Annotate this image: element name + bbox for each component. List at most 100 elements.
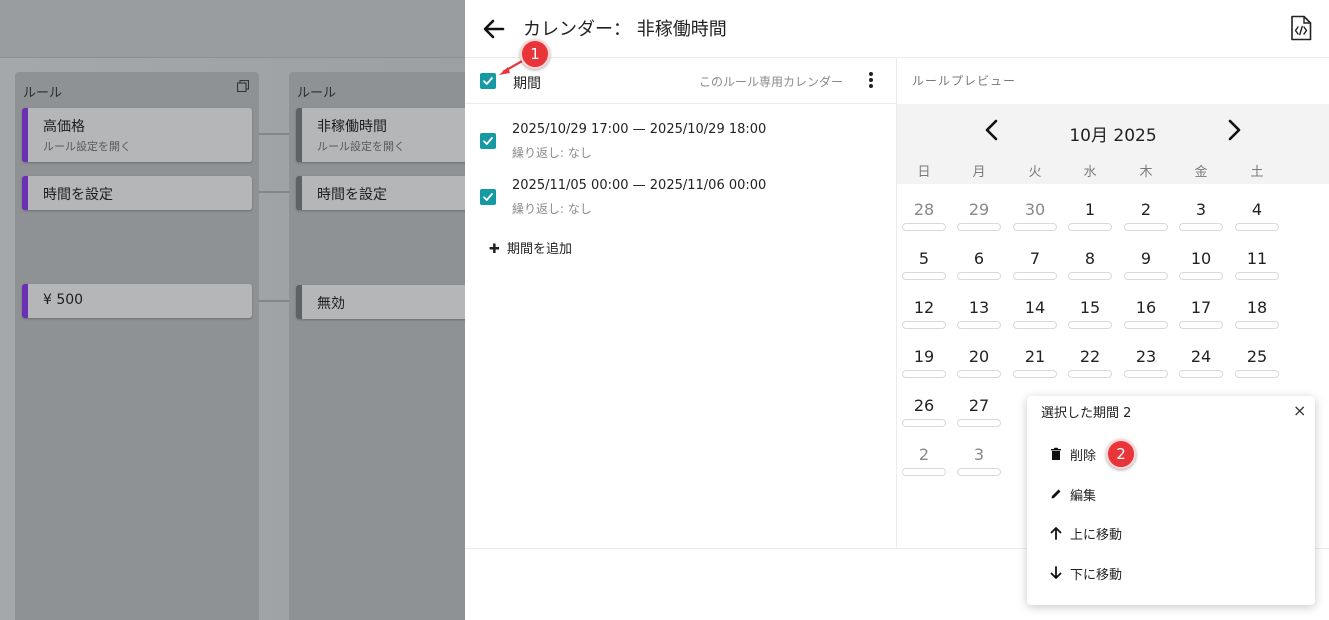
period-checkbox[interactable] (480, 133, 496, 149)
period-checkbox[interactable] (480, 189, 496, 205)
calendar-day[interactable]: 3 (957, 439, 1001, 479)
copy-icon[interactable] (237, 80, 249, 92)
rule-node[interactable]: ¥ 500 (22, 284, 252, 318)
day-slot-bar (1068, 272, 1112, 280)
day-number: 30 (1024, 200, 1046, 219)
calendar-day[interactable]: 29 (957, 194, 1001, 234)
select-all-checkbox[interactable] (480, 73, 496, 89)
day-number: 2 (1140, 200, 1152, 219)
day-number: 8 (1084, 249, 1096, 268)
day-slot-bar (957, 223, 1001, 231)
close-icon[interactable]: × (1293, 401, 1306, 420)
calendar-month: 10月 2025 (1069, 126, 1157, 146)
calendar-day[interactable]: 5 (902, 243, 946, 283)
day-slot-bar (1179, 272, 1223, 280)
calendar-day[interactable]: 11 (1235, 243, 1279, 283)
day-slot-bar (1235, 370, 1279, 378)
day-slot-bar (902, 370, 946, 378)
calendar-day[interactable]: 27 (957, 390, 1001, 430)
rule-node[interactable]: 時間を設定 (22, 176, 252, 210)
chevron-right-icon[interactable] (1224, 118, 1244, 142)
calendar-day[interactable]: 18 (1235, 292, 1279, 332)
day-slot-bar (1124, 321, 1168, 329)
calendar-day[interactable]: 20 (957, 341, 1001, 381)
calendar-day[interactable]: 9 (1124, 243, 1168, 283)
day-slot-bar (902, 321, 946, 329)
add-period-label: 期間を追加 (507, 242, 573, 257)
calendar-day[interactable]: 16 (1124, 292, 1168, 332)
day-number: 3 (1195, 200, 1207, 219)
weekday-label: 金 (1194, 165, 1208, 180)
day-slot-bar (957, 370, 1001, 378)
rule-node[interactable]: 時間を設定 (296, 176, 476, 210)
arrow-down-icon (1050, 566, 1062, 579)
day-slot-bar (1235, 272, 1279, 280)
calendar-day[interactable]: 4 (1235, 194, 1279, 234)
calendar-day[interactable]: 19 (902, 341, 946, 381)
day-number: 20 (968, 347, 990, 366)
period-range: 2025/10/29 17:00 — 2025/10/29 18:00 (512, 122, 767, 137)
weekday-label: 木 (1139, 165, 1153, 180)
pencil-icon (1051, 489, 1061, 499)
period-range: 2025/11/05 00:00 — 2025/11/06 00:00 (512, 178, 767, 193)
edit-button[interactable]: 編集 (1027, 476, 1315, 512)
day-slot-bar (1235, 321, 1279, 329)
day-number: 1 (1084, 200, 1096, 219)
move-down-button[interactable]: 下に移動 (1027, 555, 1315, 591)
weekday-label: 水 (1083, 165, 1097, 180)
period-list: 期間 このルール専用カレンダー 2025/10/29 17:00 — 2025/… (465, 58, 897, 548)
calendar-day[interactable]: 17 (1179, 292, 1223, 332)
plus-icon: ✚ (489, 242, 500, 257)
day-number: 22 (1079, 347, 1101, 366)
period-item[interactable]: 2025/10/29 17:00 — 2025/10/29 18:00 繰り返し… (465, 120, 897, 170)
rule-node[interactable]: 高価格 ルール設定を開く (22, 108, 252, 162)
add-period-button[interactable]: ✚ 期間を追加 (489, 238, 572, 257)
calendar-day[interactable]: 23 (1124, 341, 1168, 381)
selection-menu-title: 選択した期間 2 (1041, 406, 1132, 421)
day-slot-bar (902, 468, 946, 476)
rule-node[interactable]: 無効 (296, 285, 476, 319)
arrow-left-icon[interactable] (481, 16, 507, 42)
move-up-button[interactable]: 上に移動 (1027, 515, 1315, 551)
calendar-day[interactable]: 22 (1068, 341, 1112, 381)
calendar-day[interactable]: 2 (902, 439, 946, 479)
day-number: 6 (973, 249, 985, 268)
calendar-day[interactable]: 7 (1013, 243, 1057, 283)
rule-node[interactable]: 非稼働時間 ルール設定を開く (296, 108, 476, 162)
day-number: 15 (1079, 298, 1101, 317)
more-vert-icon[interactable] (869, 72, 875, 88)
day-slot-bar (902, 223, 946, 231)
calendar-header: 10月 2025 日 月 火 水 木 金 土 (897, 104, 1329, 184)
calendar-day[interactable]: 14 (1013, 292, 1057, 332)
calendar-day[interactable]: 2 (1124, 194, 1168, 234)
node-label: 時間を設定 (317, 187, 387, 203)
delete-label: 削除 (1070, 449, 1097, 464)
move-down-label: 下に移動 (1070, 568, 1123, 583)
day-number: 26 (913, 396, 935, 415)
file-code-icon[interactable] (1290, 15, 1312, 41)
calendar-day[interactable]: 1 (1068, 194, 1112, 234)
delete-button[interactable]: 削除 (1027, 436, 1315, 472)
calendar-day[interactable]: 25 (1235, 341, 1279, 381)
node-sub: ルール設定を開く (317, 140, 405, 153)
calendar-day[interactable]: 15 (1068, 292, 1112, 332)
day-slot-bar (957, 321, 1001, 329)
day-slot-bar (902, 272, 946, 280)
calendar-day[interactable]: 26 (902, 390, 946, 430)
calendar-day[interactable]: 28 (902, 194, 946, 234)
calendar-day[interactable]: 24 (1179, 341, 1223, 381)
calendar-day[interactable]: 6 (957, 243, 1001, 283)
day-number: 21 (1024, 347, 1046, 366)
background-toolbar (0, 0, 465, 58)
node-sub: ルール設定を開く (43, 140, 131, 153)
calendar-day[interactable]: 21 (1013, 341, 1057, 381)
calendar-day[interactable]: 3 (1179, 194, 1223, 234)
calendar-day[interactable]: 8 (1068, 243, 1112, 283)
calendar-day[interactable]: 13 (957, 292, 1001, 332)
period-item[interactable]: 2025/11/05 00:00 — 2025/11/06 00:00 繰り返し… (465, 176, 897, 226)
calendar-day[interactable]: 12 (902, 292, 946, 332)
calendar-day[interactable]: 10 (1179, 243, 1223, 283)
calendar-day[interactable]: 30 (1013, 194, 1057, 234)
day-slot-bar (1013, 321, 1057, 329)
day-number: 10 (1190, 249, 1212, 268)
